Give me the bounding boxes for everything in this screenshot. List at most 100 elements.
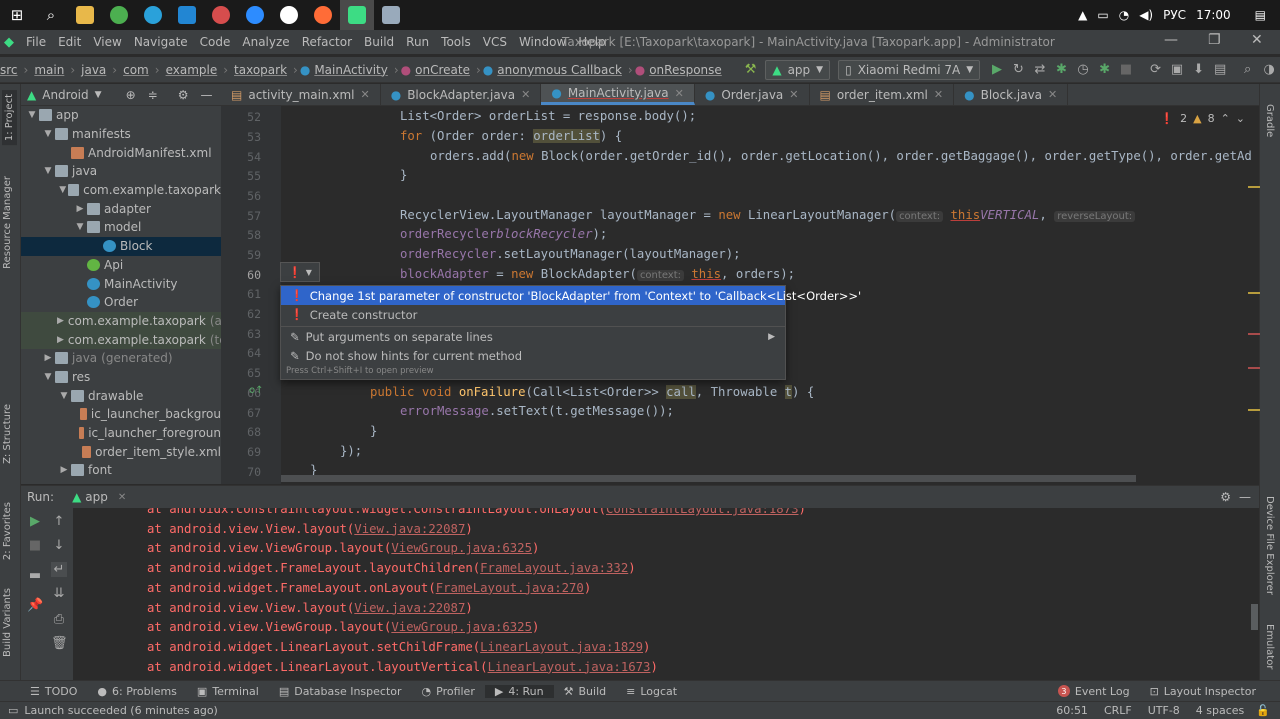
stacktrace-link[interactable]: View.java:22087 (354, 601, 465, 615)
tab-activity-main-xml[interactable]: ▤ activity_main.xml ✕ (221, 84, 381, 105)
project-tree-item[interactable]: Api (21, 256, 221, 275)
breadcrumb-onresponse[interactable]: onResponse (645, 63, 726, 77)
toolwindow-build[interactable]: ⚒ Build (554, 685, 617, 698)
project-tree-item[interactable]: ▼ drawable (21, 386, 221, 405)
file-encoding[interactable]: UTF-8 (1140, 704, 1188, 717)
chevron-down-icon[interactable]: ▼ (57, 185, 68, 195)
breadcrumb-mainactivity[interactable]: MainActivity (310, 63, 392, 77)
chevron-down-icon[interactable]: ▼ (41, 166, 55, 176)
battery-icon[interactable]: ▭ (1097, 8, 1108, 22)
menu-navigate[interactable]: Navigate (128, 35, 194, 49)
chevron-right-icon[interactable]: ▶ (57, 335, 64, 345)
stacktrace-link[interactable]: FrameLayout.java:332 (480, 561, 628, 575)
collapse-all-icon[interactable]: ≑ (148, 88, 158, 102)
breadcrumb-java[interactable]: java (77, 63, 110, 77)
search-icon[interactable]: ⌕ (34, 0, 68, 30)
run-console[interactable]: at androidx.constraintlayout.widget.Cons… (73, 508, 1259, 681)
project-tree-item[interactable]: ▼ res (21, 368, 221, 387)
chrome-icon[interactable] (102, 0, 136, 30)
horizontal-scrollbar[interactable] (281, 475, 1136, 482)
app-icon[interactable] (272, 0, 306, 30)
quickfix-create-constructor[interactable]: ❗ Create constructor (281, 305, 785, 324)
toolwindow-profiler[interactable]: ◔ Profiler (412, 685, 485, 698)
project-tree-item[interactable]: Block (21, 236, 221, 256)
chevron-down-icon[interactable]: ▼ (73, 222, 87, 232)
error-marker[interactable] (1248, 333, 1260, 335)
error-marker[interactable] (1248, 367, 1260, 369)
stacktrace-link[interactable]: LinearLayout.java:1829 (480, 640, 643, 654)
scroll-down-icon[interactable]: ↓ (51, 538, 67, 553)
locate-icon[interactable]: ⊕ (126, 88, 136, 102)
run-icon[interactable]: ▶ (986, 58, 1008, 82)
project-tree-item[interactable]: ▼ java (21, 162, 221, 181)
stop-icon[interactable]: ■ (27, 538, 43, 553)
run-tab-app[interactable]: app (85, 490, 108, 504)
project-tree-item[interactable]: AndroidManifest.xml (21, 143, 221, 162)
avd-manager-icon[interactable]: ▣ (1166, 58, 1188, 82)
chevron-right-icon[interactable]: ▶ (57, 465, 71, 475)
close-icon[interactable]: ✕ (789, 88, 798, 101)
indent-setting[interactable]: 4 spaces (1188, 704, 1253, 717)
chevron-down-icon[interactable]: ▼ (57, 391, 71, 401)
breadcrumb-com[interactable]: com (119, 63, 153, 77)
gear-icon[interactable]: ⚙ (178, 88, 189, 102)
stacktrace-link[interactable]: ViewGroup.java:6325 (391, 620, 532, 634)
toolwindow-run[interactable]: ▶ 4: Run (484, 684, 554, 698)
tab-favorites[interactable]: 2: Favorites (2, 502, 13, 560)
rerun-icon[interactable]: ▶ (27, 514, 43, 529)
vscode-icon[interactable] (170, 0, 204, 30)
attach-debugger-icon[interactable]: ✱ (1094, 58, 1116, 82)
project-tree-item[interactable]: ▶ adapter (21, 199, 221, 218)
windows-start-icon[interactable]: ⊞ (0, 0, 34, 30)
stacktrace-link[interactable]: ConstraintLayout.java:1873 (606, 508, 799, 516)
hammer-icon[interactable]: ⚒ (740, 58, 762, 82)
menu-edit[interactable]: Edit (52, 35, 87, 49)
tab-build-variants[interactable]: Build Variants (2, 588, 13, 657)
breadcrumb-oncreate[interactable]: onCreate (411, 63, 474, 77)
sync-icon[interactable]: ⟳ (1145, 58, 1167, 82)
breadcrumb-src[interactable]: src (0, 63, 22, 77)
chevron-up-icon[interactable]: ⌃ (1221, 112, 1230, 125)
project-tree-item[interactable]: ▶com.example.taxopark(te (21, 330, 221, 349)
tab-mainactivity-java[interactable]: ● MainActivity.java ✕ (541, 84, 695, 105)
override-icon[interactable]: o↑ (249, 385, 264, 396)
android-studio-icon[interactable] (340, 0, 374, 30)
postman-icon[interactable] (306, 0, 340, 30)
restore-icon[interactable]: ❐ (1208, 32, 1221, 48)
hide-icon[interactable]: — (1239, 490, 1251, 504)
project-view-select[interactable]: Android (42, 88, 88, 102)
toolwindow-database-inspector[interactable]: ▤ Database Inspector (269, 685, 412, 698)
close-icon[interactable]: ✕ (1048, 88, 1057, 101)
chevron-right-icon[interactable]: ▶ (57, 316, 64, 326)
tab-project[interactable]: 1: Project (2, 90, 17, 146)
warning-marker[interactable] (1248, 186, 1260, 188)
tab-gradle[interactable]: Gradle (1264, 104, 1275, 137)
sdk-manager-icon[interactable]: ⬇ (1188, 58, 1210, 82)
lock-icon[interactable]: 🔓 (1252, 704, 1280, 717)
status-message[interactable]: Launch succeeded (6 minutes ago) (24, 704, 217, 717)
notepad-icon[interactable] (374, 0, 408, 30)
menu-code[interactable]: Code (194, 35, 237, 49)
layout-icon[interactable]: ▬ (27, 568, 43, 583)
menu-view[interactable]: View (87, 35, 127, 49)
debug-icon[interactable]: ✱ (1051, 58, 1073, 82)
tab-order-java[interactable]: ● Order.java ✕ (695, 84, 810, 105)
project-tree-item[interactable]: ▼ model (21, 218, 221, 237)
chevron-down-icon[interactable]: ▼ (41, 129, 55, 139)
tab-blockadapter-java[interactable]: ● BlockAdapter.java ✕ (381, 84, 542, 105)
hide-icon[interactable]: — (200, 88, 212, 102)
project-tree-item[interactable]: ▼ manifests (21, 125, 221, 144)
menu-build[interactable]: Build (358, 35, 400, 49)
warning-marker[interactable] (1248, 292, 1260, 294)
caret-position[interactable]: 60:51 (1048, 704, 1096, 717)
stacktrace-link[interactable]: View.java:22087 (354, 522, 465, 536)
project-tree-item[interactable]: order_item_style.xml (21, 442, 221, 461)
stacktrace-link[interactable]: LinearLayout.java:1673 (488, 660, 651, 674)
profile-icon[interactable]: ◷ (1072, 58, 1094, 82)
pin-icon[interactable]: 📌 (27, 598, 43, 613)
toolwindow-logcat[interactable]: ≡ Logcat (616, 685, 687, 698)
project-tree-item[interactable]: Order (21, 293, 221, 312)
breadcrumb-taxopark[interactable]: taxopark (230, 63, 291, 77)
quickfix-change-parameter[interactable]: ❗ Change 1st parameter of constructor 'Bl… (281, 286, 861, 305)
toolwindow-event-log[interactable]: 3 Event Log (1048, 685, 1140, 698)
